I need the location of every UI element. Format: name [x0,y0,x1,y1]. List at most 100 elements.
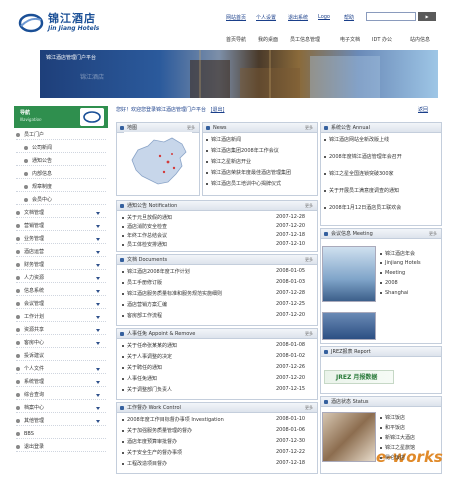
list-item[interactable]: 2008年度锦江酒店管理年会召开 [324,153,440,160]
list-item[interactable]: 锦江酒店网站全新改版上线 [324,136,440,143]
chevron-down-icon[interactable] [96,407,100,410]
sidebar-item[interactable]: 其他管理 [16,416,106,426]
list-item[interactable]: 工程改造项目督办 [122,460,272,467]
back-link[interactable]: 返回 [418,106,428,113]
list-item[interactable]: 锦江酒店荣获年度最佳酒店管理集团 [206,169,316,176]
sidebar-item[interactable]: 人力资源 [16,273,106,283]
chevron-down-icon[interactable] [96,277,100,280]
toplink-help[interactable]: 帮助 [344,14,354,21]
meeting-more-link[interactable]: 更多 [429,229,437,239]
list-item[interactable]: 员工手册修订版 [122,279,272,286]
chevron-down-icon[interactable] [96,329,100,332]
toplink-logo[interactable]: Logo [318,14,330,20]
chevron-down-icon[interactable] [96,303,100,306]
sidebar-item[interactable]: 系统管理 [16,377,106,387]
list-item[interactable]: 锦江酒店员工培训中心揭牌仪式 [206,180,316,187]
sidebar-item[interactable]: 内部信息 [16,169,106,179]
sidebar-item[interactable]: 投诉建议 [16,351,106,361]
news-more-link[interactable]: 更多 [305,123,313,133]
chevron-down-icon[interactable] [96,264,100,267]
list-item[interactable]: 关于元旦放假的通知 [122,214,262,221]
list-item[interactable]: 关于调整部门负责人 [122,386,272,393]
hotel-status-photo[interactable] [322,412,376,462]
sidebar-item[interactable]: 营销管理 [16,221,106,231]
workcontrol-more-link[interactable]: 更多 [305,403,313,413]
list-item[interactable]: 2008 [380,280,440,286]
chevron-down-icon[interactable] [96,212,100,215]
chevron-down-icon[interactable] [96,394,100,397]
nav-item-home[interactable]: 首页导航 [226,36,246,43]
list-item[interactable]: 锦江酒店新闻 [206,136,316,143]
toplink-settings[interactable]: 个人设置 [256,14,276,21]
sidebar-item[interactable]: 会议管理 [16,299,106,309]
toplink-logout[interactable]: 退出系统 [288,14,308,21]
chevron-down-icon[interactable] [96,368,100,371]
chevron-down-icon[interactable] [96,238,100,241]
list-item[interactable]: 锦江之星新店开业 [206,158,316,165]
list-item[interactable]: 锦江之星旅馆 [380,444,440,451]
chevron-down-icon[interactable] [96,251,100,254]
search-button[interactable]: ▶ [418,12,436,21]
nav-item-desktop[interactable]: 我的桌面 [258,36,278,43]
list-item[interactable]: 锦江饭店 [380,414,440,421]
sidebar-item[interactable]: BBS [16,429,106,439]
sidebar-item[interactable]: 通知公告 [16,156,106,166]
list-item[interactable]: 锦江之星全国连锁突破300家 [324,170,440,177]
sidebar-item[interactable]: 综合查询 [16,390,106,400]
sidebar-item[interactable]: 规章制度 [16,182,106,192]
list-item[interactable]: Shanghai [380,290,440,296]
list-item[interactable]: 2008年度工作目标督办事项 Investigation [122,416,272,423]
nav-item-docs[interactable]: 电子文档 [340,36,360,43]
list-item[interactable]: 新锦江大酒店 [380,434,440,441]
meeting-photo-2[interactable] [322,312,376,340]
sidebar-item[interactable]: 档案中心 [16,403,106,413]
chevron-down-icon[interactable] [96,420,100,423]
list-item[interactable]: 2008年1月12日酒店员工联欢会 [324,204,440,211]
breadcrumb-link[interactable]: [退出] [211,107,225,113]
notification-more-link[interactable]: 更多 [305,201,313,211]
search-input[interactable] [366,12,416,21]
sidebar-item[interactable]: 公司新闻 [16,143,106,153]
list-item[interactable]: 和平饭店 [380,424,440,431]
list-item[interactable]: 酒店消防安全检查 [122,223,262,230]
sidebar-item[interactable]: 酒店运营 [16,247,106,257]
list-item[interactable]: 酒店年度预算审批督办 [122,438,272,445]
sidebar-item[interactable]: 员工门户 [16,130,106,140]
list-item[interactable]: 关于加强服务质量管理的督办 [122,427,272,434]
list-item[interactable]: 锦江酒店2008年度工作计划 [122,268,272,275]
list-item[interactable]: 客房部工作流程 [122,312,272,319]
list-item[interactable]: 锦江酒店年会 [380,250,440,257]
sidebar-item[interactable]: 会员中心 [16,195,106,205]
list-item[interactable]: 关于任命张某某的通知 [122,342,272,349]
china-map-icon[interactable] [124,132,192,192]
chevron-down-icon[interactable] [96,381,100,384]
list-item[interactable]: 员工体检安排通知 [122,241,262,248]
list-item[interactable]: 关于安全生产的督办事项 [122,449,272,456]
sidebar-item[interactable]: 信息系统 [16,286,106,296]
list-item[interactable]: 年终工作总结会议 [122,232,262,239]
nav-item-idt[interactable]: IDT 办公 [372,36,392,43]
list-item[interactable]: 关于聘任的通知 [122,364,272,371]
list-item[interactable]: Meeting [380,270,440,276]
sidebar-item[interactable]: 工作计划 [16,312,106,322]
nav-item-staff[interactable]: 员工信息管理 [290,36,320,43]
list-item[interactable]: 人事任免通知 [122,375,272,382]
chevron-down-icon[interactable] [96,342,100,345]
documents-more-link[interactable]: 更多 [305,255,313,265]
sidebar-item[interactable]: 客房中心 [16,338,106,348]
list-item[interactable]: 关于开展员工满意度调查的通知 [324,187,440,194]
chevron-down-icon[interactable] [96,290,100,293]
list-item[interactable]: Jinjiang Hotels [380,260,440,266]
list-item[interactable]: 锦江酒店集团2008年工作会议 [206,147,316,154]
toplink-home[interactable]: 网站首页 [226,14,246,21]
list-item[interactable]: 关于人事调整的决定 [122,353,272,360]
sidebar-item[interactable]: 退出登录 [16,442,106,452]
list-item[interactable]: 昆仑饭店 [380,454,440,461]
meeting-photo[interactable] [322,246,376,302]
nav-item-messages[interactable]: 站内信息 [410,36,430,43]
sidebar-item[interactable]: 文档管理 [16,208,106,218]
chevron-down-icon[interactable] [96,316,100,319]
list-item[interactable]: 锦江酒店服务质量标准和服务规范实施细则 [122,290,272,297]
appoint-more-link[interactable]: 更多 [305,329,313,339]
list-item[interactable]: 酒店营销方案汇编 [122,301,272,308]
